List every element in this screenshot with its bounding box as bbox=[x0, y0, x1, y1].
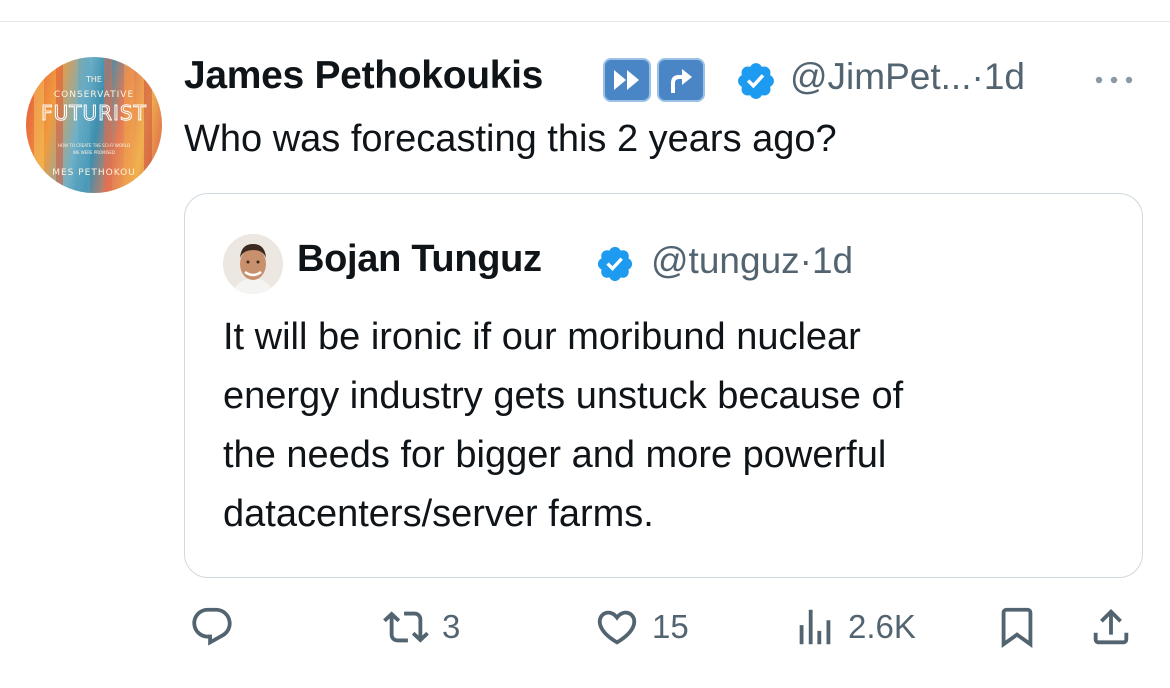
quoted-handle-text: @tunguz bbox=[651, 240, 800, 281]
like-button[interactable]: 15 bbox=[592, 604, 689, 650]
quoted-author-avatar[interactable] bbox=[223, 234, 283, 294]
quoted-author-handle[interactable]: @tunguz·1d bbox=[651, 240, 853, 282]
author-name[interactable]: James Pethokoukis bbox=[184, 54, 543, 98]
quoted-text-line: datacenters/server farms. bbox=[223, 493, 654, 535]
views-button[interactable]: 2.6K bbox=[792, 604, 916, 650]
separator-dot: · bbox=[971, 56, 984, 97]
verified-badge-icon bbox=[597, 246, 633, 282]
book-line-4: HOW TO CREATE THE SCI-FI WORLD bbox=[58, 143, 130, 148]
action-bar: 3 15 2.6K bbox=[0, 600, 1170, 660]
author-handle[interactable]: @JimPet...·1d bbox=[790, 56, 1025, 98]
handle-text: @JimPet... bbox=[790, 56, 972, 97]
quoted-tweet-text: It will be ironic if our moribund nuclea… bbox=[223, 308, 1103, 544]
fast-forward-icon bbox=[603, 58, 651, 102]
more-dots-icon[interactable] bbox=[1093, 58, 1135, 95]
bookmark-icon bbox=[1001, 607, 1033, 648]
quoted-tweet-card[interactable]: Bojan Tunguz @tunguz·1d It will be ironi… bbox=[184, 193, 1143, 578]
quoted-text-line: the needs for bigger and more powerful bbox=[223, 434, 887, 476]
book-line-5: WE WERE PROMISED bbox=[73, 150, 115, 155]
like-count: 15 bbox=[652, 608, 689, 645]
book-line-1: THE bbox=[85, 75, 102, 84]
quoted-text-line: It will be ironic if our moribund nuclea… bbox=[223, 316, 861, 358]
reply-button[interactable] bbox=[188, 604, 236, 650]
share-button[interactable] bbox=[1088, 602, 1134, 652]
share-icon bbox=[1093, 608, 1129, 645]
timestamp: 1d bbox=[983, 56, 1025, 97]
bookmark-button[interactable] bbox=[994, 602, 1040, 652]
verified-badge-icon bbox=[738, 63, 774, 99]
tweet-text: Who was forecasting this 2 years ago? bbox=[184, 118, 837, 160]
repost-button[interactable]: 3 bbox=[380, 604, 460, 650]
repost-count: 3 bbox=[442, 608, 461, 645]
top-divider bbox=[0, 21, 1170, 22]
quoted-timestamp: 1d bbox=[811, 240, 854, 281]
views-count: 2.6K bbox=[848, 608, 916, 645]
arrow-up-right-icon bbox=[657, 58, 705, 102]
book-line-2: CONSERVATIVE bbox=[54, 90, 134, 100]
book-cover-art: THE CONSERVATIVE FUTURIST HOW TO CREATE … bbox=[34, 57, 152, 193]
views-icon bbox=[799, 609, 831, 645]
face-portrait bbox=[223, 234, 283, 294]
separator-dot: · bbox=[799, 240, 812, 281]
author-avatar[interactable]: THE CONSERVATIVE FUTURIST HOW TO CREATE … bbox=[26, 57, 162, 193]
quoted-text-line: energy industry gets unstuck because of bbox=[223, 375, 904, 417]
heart-icon bbox=[597, 610, 637, 645]
book-line-3: FUTURIST bbox=[41, 101, 147, 125]
repost-icon bbox=[383, 611, 429, 643]
book-line-6: MES PETHOKOU bbox=[52, 168, 136, 178]
quoted-author-name[interactable]: Bojan Tunguz bbox=[297, 238, 542, 281]
reply-icon bbox=[192, 607, 232, 646]
